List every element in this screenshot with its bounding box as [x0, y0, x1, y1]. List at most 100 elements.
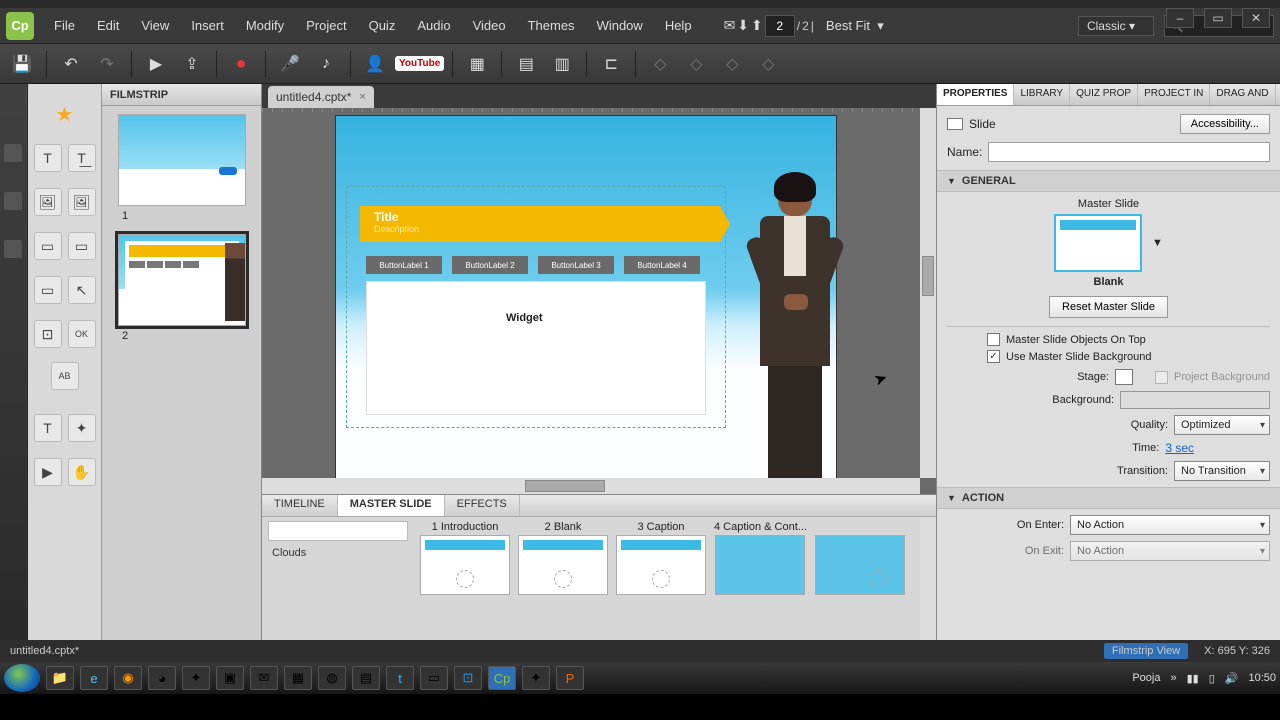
reset-master-button[interactable]: Reset Master Slide: [1049, 296, 1168, 318]
menu-help[interactable]: Help: [655, 14, 702, 37]
taskbar-app1-icon[interactable]: ✦: [182, 666, 210, 690]
text-entry-tool[interactable]: T͟: [68, 144, 96, 172]
tab-properties[interactable]: PROPERTIES: [937, 84, 1014, 105]
record-button[interactable]: ●: [225, 49, 257, 79]
publish-button[interactable]: ⇪: [176, 49, 208, 79]
preview-button[interactable]: ▶: [140, 49, 172, 79]
button-tool[interactable]: ⊡: [34, 320, 62, 348]
menu-view[interactable]: View: [131, 14, 179, 37]
master-item-5[interactable]: [815, 521, 905, 636]
taskbar-powerpoint-icon[interactable]: P: [556, 666, 584, 690]
click-box-tool[interactable]: ▭: [34, 276, 62, 304]
actor-button[interactable]: 👤: [359, 49, 391, 79]
section-action[interactable]: ▼ACTION: [937, 487, 1280, 509]
stage-color-swatch[interactable]: [1115, 369, 1133, 385]
taskbar-dropbox-icon[interactable]: ⊡: [454, 666, 482, 690]
menu-file[interactable]: File: [44, 14, 85, 37]
taskbar-app5-icon[interactable]: ◍: [318, 666, 346, 690]
taskbar-app6-icon[interactable]: ▤: [352, 666, 380, 690]
taskbar-twitter-icon[interactable]: t: [386, 666, 414, 690]
tray-battery-icon[interactable]: ▯: [1209, 672, 1215, 685]
time-value[interactable]: 3 sec: [1165, 441, 1194, 455]
menu-audio[interactable]: Audio: [407, 14, 460, 37]
ms-background-checkbox[interactable]: [987, 350, 1000, 363]
zoom-tool[interactable]: ✦: [68, 414, 96, 442]
taskbar-firefox-icon[interactable]: ◉: [114, 666, 142, 690]
accessibility-button[interactable]: Accessibility...: [1180, 114, 1270, 134]
master-item-2[interactable]: 2 Blank: [518, 521, 608, 636]
tab-drag-drop[interactable]: DRAG AND: [1210, 84, 1275, 105]
master-dropdown-icon[interactable]: ▼: [1152, 237, 1163, 249]
arrange-back-button[interactable]: ◇: [752, 49, 784, 79]
taskbar-user[interactable]: Pooja: [1132, 672, 1160, 684]
tray-volume-icon[interactable]: 🔊: [1225, 672, 1239, 685]
status-view-mode[interactable]: Filmstrip View: [1104, 643, 1188, 659]
audio-note-button[interactable]: ♪: [310, 49, 342, 79]
master-item-4[interactable]: 4 Caption & Cont...: [714, 521, 807, 636]
microphone-button[interactable]: 🎤: [274, 49, 306, 79]
taskbar-chrome-icon[interactable]: ◕: [148, 666, 176, 690]
menu-edit[interactable]: Edit: [87, 14, 129, 37]
minimize-button[interactable]: –: [1166, 8, 1194, 28]
stage-horizontal-scrollbar[interactable]: [262, 478, 920, 494]
slide-canvas[interactable]: Title Description ButtonLabel 1 ButtonLa…: [336, 116, 836, 478]
quality-dropdown[interactable]: Optimized: [1174, 415, 1270, 435]
align-button[interactable]: ⊏: [595, 49, 627, 79]
taskbar-captivate-icon[interactable]: Cp: [488, 666, 516, 690]
slide-thumb-2[interactable]: [118, 234, 246, 326]
tab-library[interactable]: LIBRARY: [1014, 84, 1070, 105]
on-enter-dropdown[interactable]: No Action: [1070, 515, 1270, 535]
widget-tool[interactable]: ▶: [34, 458, 62, 486]
undo-button[interactable]: ↶: [55, 49, 87, 79]
master-item-1[interactable]: 1 Introduction: [420, 521, 510, 636]
menu-modify[interactable]: Modify: [236, 14, 294, 37]
arrange-forward-button[interactable]: ◇: [680, 49, 712, 79]
rollover-image-tool[interactable]: 🖼: [68, 188, 96, 216]
workspace-dropdown[interactable]: Classic ▾: [1078, 16, 1154, 36]
tray-network-icon[interactable]: ▮▮: [1187, 672, 1199, 685]
slide-thumb-1[interactable]: [118, 114, 246, 206]
master-group[interactable]: Clouds: [268, 521, 412, 636]
sync-down-icon[interactable]: ⬇: [737, 17, 749, 34]
zoom-dropdown[interactable]: Best Fit ▾: [816, 14, 894, 38]
tab-project-info[interactable]: PROJECT IN: [1138, 84, 1210, 105]
section-general[interactable]: ▼GENERAL: [937, 170, 1280, 192]
stage-vertical-scrollbar[interactable]: [920, 108, 936, 478]
image-tool[interactable]: 🖼: [34, 188, 62, 216]
on-exit-dropdown[interactable]: No Action: [1070, 541, 1270, 561]
arrange-front-button[interactable]: ◇: [644, 49, 676, 79]
transition-dropdown[interactable]: No Transition: [1174, 461, 1270, 481]
arrange-backward-button[interactable]: ◇: [716, 49, 748, 79]
bottom-scrollbar[interactable]: [920, 517, 936, 640]
taskbar-app8-icon[interactable]: ✦: [522, 666, 550, 690]
youtube-button[interactable]: YouTube: [395, 56, 444, 71]
start-button[interactable]: [4, 664, 40, 692]
character-actor[interactable]: [752, 176, 838, 488]
slide-name-input[interactable]: [988, 142, 1270, 162]
guides-button[interactable]: ▥: [546, 49, 578, 79]
tab-quiz[interactable]: QUIZ PROP: [1070, 84, 1138, 105]
ms-objects-on-top-checkbox[interactable]: [987, 333, 1000, 346]
tab-master-slide[interactable]: MASTER SLIDE: [338, 495, 445, 516]
title-banner[interactable]: Title Description: [360, 206, 720, 242]
taskbar-app4-icon[interactable]: ▦: [284, 666, 312, 690]
menu-window[interactable]: Window: [587, 14, 653, 37]
animation-tool[interactable]: T: [34, 414, 62, 442]
mouse-tool[interactable]: ↖: [68, 276, 96, 304]
stage[interactable]: Title Description ButtonLabel 1 ButtonLa…: [262, 108, 936, 494]
close-button[interactable]: ✕: [1242, 8, 1270, 28]
slide-button-2[interactable]: ButtonLabel 2: [452, 256, 528, 274]
tab-effects[interactable]: EFFECTS: [445, 495, 520, 516]
taskbar-app3-icon[interactable]: ✉: [250, 666, 278, 690]
background-swatch[interactable]: [1120, 391, 1270, 409]
taskbar-ie-icon[interactable]: e: [80, 666, 108, 690]
sync-up-icon[interactable]: ⬆: [751, 17, 763, 34]
slide-button-4[interactable]: ButtonLabel 4: [624, 256, 700, 274]
smart-shape-tool[interactable]: ▭: [68, 232, 96, 260]
snap-button[interactable]: ▦: [461, 49, 493, 79]
redo-button[interactable]: ↷: [91, 49, 123, 79]
master-item-3[interactable]: 3 Caption: [616, 521, 706, 636]
grid-button[interactable]: ▤: [510, 49, 542, 79]
menu-insert[interactable]: Insert: [181, 14, 234, 37]
taskbar-app7-icon[interactable]: ▭: [420, 666, 448, 690]
